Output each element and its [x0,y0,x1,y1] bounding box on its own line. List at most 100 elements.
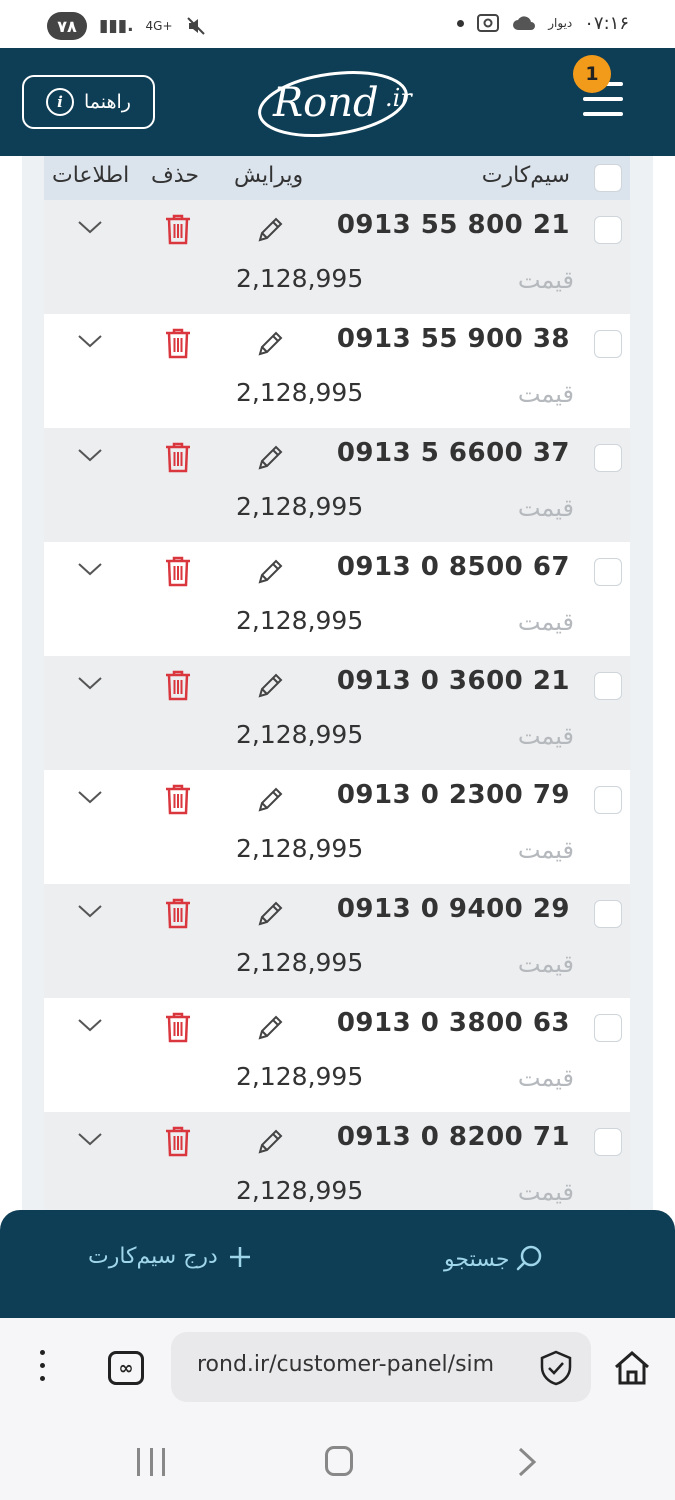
info-icon: i [46,88,74,116]
price-label: قیمت [517,1178,574,1206]
logo-suffix: .ir [385,84,413,112]
chevron-down-icon[interactable] [77,219,103,235]
row-checkbox[interactable] [594,1014,622,1042]
edit-icon[interactable] [254,442,286,474]
edit-icon[interactable] [254,784,286,816]
signal-icon: ▮▮▮. [99,16,134,36]
simcard-number: 0913 0 3600 21 [336,666,570,696]
table-row: 0913 55 800 21 قیمت 2,128,995 [44,200,630,314]
simcard-number: 0913 55 800 21 [336,210,570,240]
row-checkbox[interactable] [594,330,622,358]
add-simcard-button[interactable]: درج سیم‌کارت [88,1244,252,1269]
home-icon[interactable] [612,1348,652,1388]
row-checkbox[interactable] [594,900,622,928]
app-header: i راهنما Rond .ir 1 [0,48,675,156]
edit-icon[interactable] [254,328,286,360]
nav-back-icon[interactable] [510,1446,540,1478]
price-value: 2,128,995 [236,948,364,977]
shield-check-icon[interactable] [539,1350,573,1386]
price-label: قیمت [517,1064,574,1092]
row-checkbox[interactable] [594,216,622,244]
column-info: اطلاعات [52,163,130,188]
table-row: 0913 5 6600 37 قیمت 2,128,995 [44,428,630,542]
row-checkbox[interactable] [594,786,622,814]
price-label: قیمت [517,380,574,408]
help-label: راهنما [84,91,131,113]
price-label: قیمت [517,608,574,636]
simcard-number: 0913 0 8500 67 [336,552,570,582]
price-value: 2,128,995 [236,492,364,521]
plus-icon [229,1246,250,1267]
rond-logo[interactable]: Rond .ir [255,64,430,140]
screenshot-icon [477,14,500,32]
add-simcard-label: درج سیم‌کارت [88,1244,218,1269]
chevron-down-icon[interactable] [77,333,103,349]
column-delete: حذف [151,163,199,188]
app-label: دیوار [548,16,573,30]
chevron-down-icon[interactable] [77,789,103,805]
chevron-down-icon[interactable] [77,447,103,463]
simcard-number: 0913 0 8200 71 [336,1122,570,1152]
select-all-checkbox[interactable] [594,164,622,192]
column-simcard: سیم‌کارت [481,163,570,188]
tabs-icon[interactable]: ∞ [108,1351,144,1385]
trash-icon[interactable] [164,555,192,587]
chevron-down-icon[interactable] [77,675,103,691]
row-checkbox[interactable] [594,1128,622,1156]
trash-icon[interactable] [164,213,192,245]
row-checkbox[interactable] [594,558,622,586]
trash-icon[interactable] [164,669,192,701]
chevron-down-icon[interactable] [77,1131,103,1147]
search-icon [517,1245,542,1271]
clock: ۰۷:۱۶ [584,12,629,34]
table-row: 0913 0 2300 79 قیمت 2,128,995 [44,770,630,884]
chevron-down-icon[interactable] [77,903,103,919]
system-nav-bar [0,1418,675,1500]
url-text: rond.ir/customer-panel/sim [197,1352,495,1377]
more-options-icon[interactable] [36,1350,48,1388]
edit-icon[interactable] [254,556,286,588]
simcard-number: 0913 0 3800 63 [336,1008,570,1038]
chevron-down-icon[interactable] [77,561,103,577]
edit-icon[interactable] [254,670,286,702]
chevron-down-icon[interactable] [77,1017,103,1033]
simcard-number: 0913 0 9400 29 [336,894,570,924]
simcard-number: 0913 0 2300 79 [336,780,570,810]
logo-text: Rond [272,80,379,126]
bottom-action-bar: درج سیم‌کارت جستجو [0,1210,675,1318]
table-row: 0913 0 8200 71 قیمت 2,128,995 [44,1112,630,1216]
browser-toolbar: ∞ rond.ir/customer-panel/sim [0,1318,675,1418]
trash-icon[interactable] [164,1011,192,1043]
trash-icon[interactable] [164,1125,192,1157]
row-checkbox[interactable] [594,672,622,700]
trash-icon[interactable] [164,783,192,815]
trash-icon[interactable] [164,327,192,359]
price-label: قیمت [517,266,574,294]
edit-icon[interactable] [254,1012,286,1044]
price-value: 2,128,995 [236,1062,364,1091]
nav-home-icon[interactable] [325,1446,353,1476]
price-value: 2,128,995 [236,1176,364,1205]
mute-icon [186,17,205,35]
search-button[interactable]: جستجو [444,1244,545,1274]
notification-dot-icon [457,19,465,27]
simcard-number: 0913 55 900 38 [336,324,570,354]
simcard-list-panel: سیم‌کارت ویرایش حذف اطلاعات 0913 55 800 … [22,156,653,1216]
trash-icon[interactable] [164,441,192,473]
help-button[interactable]: i راهنما [22,75,155,129]
table-header: سیم‌کارت ویرایش حذف اطلاعات [44,156,630,200]
table-row: 0913 0 9400 29 قیمت 2,128,995 [44,884,630,998]
battery-indicator: ۷۸ [47,12,87,40]
price-value: 2,128,995 [236,720,364,749]
address-bar[interactable]: rond.ir/customer-panel/sim [171,1332,591,1402]
edit-icon[interactable] [254,1126,286,1158]
row-checkbox[interactable] [594,444,622,472]
edit-icon[interactable] [254,214,286,246]
trash-icon[interactable] [164,897,192,929]
price-label: قیمت [517,494,574,522]
recent-apps-icon[interactable] [137,1448,165,1476]
column-edit: ویرایش [234,163,304,188]
price-label: قیمت [517,950,574,978]
table-row: 0913 0 3600 21 قیمت 2,128,995 [44,656,630,770]
edit-icon[interactable] [254,898,286,930]
